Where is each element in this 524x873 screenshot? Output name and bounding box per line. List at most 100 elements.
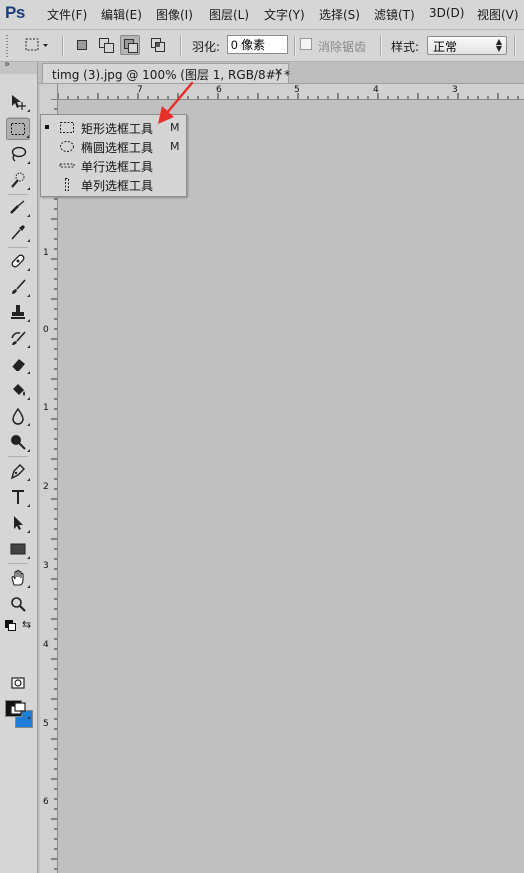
menu-select[interactable]: 选择(S) — [319, 6, 360, 23]
type-icon — [12, 490, 24, 504]
photoshop-logo: Ps — [5, 3, 25, 22]
subtract-from-selection-button[interactable] — [120, 35, 140, 55]
eyedropper-tool[interactable] — [6, 221, 30, 243]
single-row-marquee-icon — [59, 163, 75, 168]
magnifier-icon — [11, 597, 26, 612]
feather-input[interactable] — [227, 35, 288, 54]
selected-bullet-icon — [45, 125, 49, 129]
menu-image[interactable]: 图像(I) — [156, 6, 193, 23]
pen-icon — [10, 464, 25, 480]
antialias-checkbox[interactable] — [300, 38, 312, 50]
default-colors-icon[interactable] — [5, 620, 16, 631]
rect-marquee-icon — [11, 123, 25, 135]
tool-preset-picker[interactable] — [24, 37, 50, 53]
ruler-label: 2 — [43, 482, 49, 492]
rectangle-shape-icon — [10, 543, 26, 555]
stamp-icon — [11, 305, 25, 319]
ruler-origin[interactable] — [40, 84, 58, 100]
style-label: 样式: — [391, 40, 420, 54]
crop-icon — [10, 200, 25, 214]
ruler-label: 5 — [294, 85, 300, 95]
annotation-arrow-icon — [158, 81, 194, 124]
eyedropper-icon — [11, 225, 25, 240]
collapse-icon: » — [4, 59, 10, 70]
paint-bucket-icon — [13, 384, 25, 396]
zoom-tool[interactable] — [6, 593, 30, 615]
antialias-label: 消除锯齿 — [318, 40, 367, 54]
ruler-label: 3 — [452, 85, 458, 95]
quick-selection-icon — [11, 172, 25, 188]
rect-marquee-tool[interactable] — [6, 118, 30, 140]
clone-stamp-tool[interactable] — [6, 301, 30, 323]
feather-label: 羽化: — [192, 40, 221, 54]
move-tool[interactable] — [6, 91, 30, 113]
new-selection-button[interactable] — [72, 35, 92, 55]
document-canvas[interactable] — [58, 100, 524, 873]
menu-filter[interactable]: 滤镜(T) — [374, 6, 415, 23]
menu-type[interactable]: 文字(Y) — [264, 6, 305, 23]
menu-bar: Ps 文件(F) 编辑(E) 图像(I) 图层(L) 文字(Y) 选择(S) 滤… — [0, 0, 524, 30]
dodge-tool[interactable] — [6, 431, 30, 453]
bandage-icon — [11, 254, 25, 268]
blur-tool[interactable] — [6, 405, 30, 427]
vertical-ruler[interactable]: 1 0 1 2 3 4 5 6 — [40, 99, 58, 873]
swap-colors-icon[interactable]: ⇆ — [22, 618, 31, 631]
lasso-tool[interactable] — [6, 143, 30, 165]
eraser-tool[interactable] — [6, 353, 30, 375]
flyout-item-ellipse-marquee[interactable]: 椭圆选框工具 M — [41, 137, 186, 156]
ruler-label: 6 — [43, 797, 49, 807]
hand-icon — [11, 569, 24, 586]
brush-tool[interactable] — [6, 276, 30, 298]
menu-layer[interactable]: 图层(L) — [209, 6, 249, 23]
healing-brush-tool[interactable] — [6, 250, 30, 272]
rect-marquee-icon — [25, 38, 48, 51]
flyout-item-label: 单行选框工具 — [81, 160, 154, 174]
rect-marquee-icon — [60, 122, 74, 133]
ruler-label: 4 — [43, 640, 49, 650]
style-dropdown[interactable]: 正常 ▲ ▼ — [427, 36, 507, 55]
paint-bucket-tool[interactable] — [6, 379, 30, 401]
menu-file[interactable]: 文件(F) — [47, 6, 87, 23]
separator — [180, 36, 182, 56]
separator — [514, 36, 516, 56]
menu-3d[interactable]: 3D(D) — [429, 6, 464, 20]
ruler-label: 1 — [43, 403, 49, 413]
rectangle-tool[interactable] — [6, 538, 30, 560]
horizontal-ruler[interactable]: 7 6 5 4 3 — [58, 84, 524, 100]
type-tool[interactable] — [6, 486, 30, 508]
screen-mode-icon — [10, 702, 26, 715]
flyout-item-label: 矩形选框工具 — [81, 122, 154, 136]
hand-tool[interactable] — [6, 567, 30, 589]
tools-panel-header[interactable]: » — [0, 59, 37, 74]
crop-tool[interactable] — [6, 196, 30, 218]
pen-tool[interactable] — [6, 460, 30, 482]
intersect-selection-button[interactable] — [148, 35, 168, 55]
menu-view[interactable]: 视图(V) — [477, 6, 519, 23]
screen-mode-button[interactable] — [6, 698, 30, 720]
tools-panel: » ⇆ — [0, 59, 38, 873]
ruler-label: 5 — [43, 719, 49, 729]
flyout-item-label: 单列选框工具 — [81, 179, 154, 193]
flyout-item-single-row-marquee[interactable]: 单行选框工具 — [41, 156, 186, 175]
ruler-label: 7 — [137, 85, 143, 95]
quick-mask-button[interactable] — [6, 672, 30, 694]
eraser-icon — [11, 359, 25, 372]
flyout-item-label: 椭圆选框工具 — [81, 141, 154, 155]
quick-mask-icon — [11, 677, 25, 689]
history-brush-tool[interactable] — [6, 327, 30, 349]
flyout-item-single-column-marquee[interactable]: 单列选框工具 — [41, 175, 186, 194]
move-icon — [12, 95, 26, 110]
quick-selection-tool[interactable] — [6, 169, 30, 191]
path-selection-tool[interactable] — [6, 512, 30, 534]
ruler-label: 1 — [43, 248, 49, 258]
menu-edit[interactable]: 编辑(E) — [101, 6, 142, 23]
ruler-label: 4 — [373, 85, 379, 95]
shortcut-key: M — [170, 140, 180, 153]
brush-icon — [12, 279, 26, 294]
separator — [380, 36, 382, 56]
ruler-label: 0 — [43, 325, 49, 335]
close-tab-icon[interactable]: × — [274, 65, 283, 78]
add-to-selection-button[interactable] — [96, 35, 116, 55]
options-grip[interactable] — [6, 35, 8, 57]
ruler-label: 6 — [216, 85, 222, 95]
